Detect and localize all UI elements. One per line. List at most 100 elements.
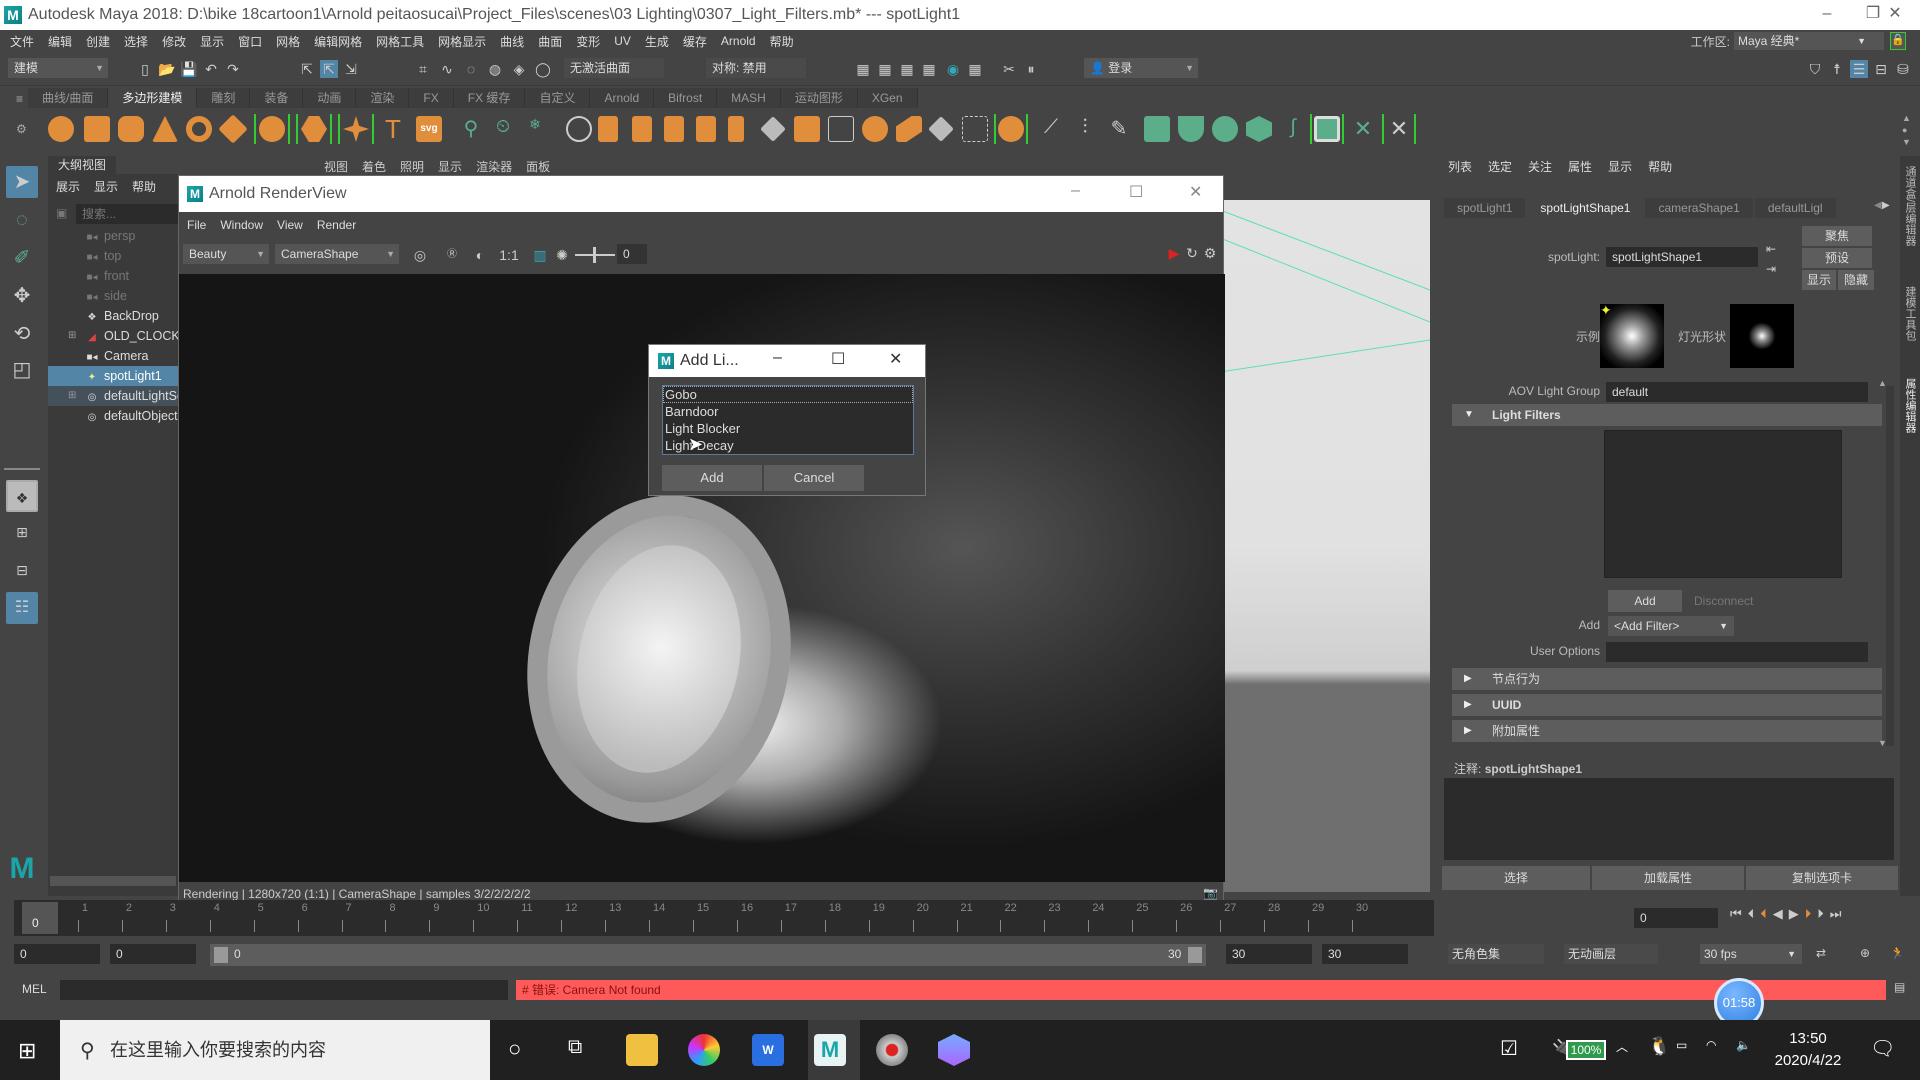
outliner-item[interactable]: ■◂ persp [48,226,178,246]
outliner-menu-show[interactable]: 展示 [56,178,80,195]
select-hierarchy-icon[interactable]: ⇱ [298,60,316,78]
uuid-section-header[interactable]: ▶ UUID [1452,694,1882,716]
menu-curves[interactable]: 曲线 [500,33,524,50]
expand-icon[interactable]: ⊞ [68,386,76,406]
shelf-tab-custom[interactable]: 自定义 [525,88,591,108]
battery-icon[interactable]: ▭ [1676,1038,1687,1052]
browser-icon[interactable] [688,1034,720,1066]
outliner-horizontal-scrollbar[interactable] [50,876,176,886]
input-connection-icon[interactable]: ⇤ [1766,242,1776,256]
insert-edge-loop-icon[interactable] [862,116,888,142]
shelf-scrollbar[interactable]: ▲ ● ▼ [1902,112,1911,148]
expand-icon[interactable]: ⊞ [68,326,76,346]
step-back-frame-icon[interactable]: ⏴ [1748,906,1755,922]
single-perspective-layout-icon[interactable]: ❖ [6,480,38,512]
loop-icon[interactable]: ⇄ [1816,946,1826,960]
shelf-tab-fx[interactable]: FX [409,88,454,108]
settings-gear-icon[interactable]: ⚙ [1201,244,1219,262]
camera-uv-icon[interactable]: ∫ [1280,116,1306,142]
menu-modify[interactable]: 修改 [162,33,186,50]
side-tab-attribute-editor[interactable]: 属性编辑器 [1902,378,1918,433]
camera-dropdown[interactable]: CameraShape ▼ [275,244,399,264]
snapshot-icon[interactable]: 📷 [1203,886,1218,900]
filter-item-gobo[interactable]: Gobo [663,386,913,403]
ae-tab-spotlightshape1[interactable]: spotLightShape1 [1527,198,1644,218]
dialog-add-button[interactable]: Add [662,465,762,491]
outliner-menu-help[interactable]: 帮助 [132,178,156,195]
tab-scroll-right-icon[interactable]: ▶ [1882,200,1890,211]
render-play-icon[interactable]: ▶ [1165,244,1183,262]
lasso-tool-icon[interactable]: ◌ [6,204,38,236]
boolean-icon[interactable] [598,116,618,142]
crop-region-icon[interactable]: ▥ [531,246,549,264]
menu-surfaces[interactable]: 曲面 [538,33,562,50]
add-filter-dropdown[interactable]: <Add Filter> ▼ [1608,616,1734,636]
menu-cache[interactable]: 缓存 [683,33,707,50]
outliner-item[interactable]: ◎ defaultObjectSet [48,406,178,426]
ae-menu-show[interactable]: 显示 [1608,158,1632,175]
hide-button[interactable]: 隐藏 [1838,270,1874,290]
poly-plane-icon[interactable] [218,114,248,144]
shelf-tab-animation[interactable]: 动画 [303,88,357,108]
renderview-minimize-button[interactable]: – [1071,182,1080,200]
hypershade-icon[interactable]: ◉ [944,60,962,78]
screen-recorder-icon[interactable] [876,1034,908,1066]
disconnect-button[interactable]: Disconnect [1694,594,1753,608]
offset-edge-loop-icon[interactable] [896,116,922,142]
save-scene-icon[interactable]: 💾 [180,60,198,78]
arnold-render-icon[interactable]: ✂ [1000,60,1018,78]
bridge-icon[interactable] [760,116,786,142]
spherical-uv-icon[interactable] [1212,116,1238,142]
redo-icon[interactable]: ↷ [224,60,242,78]
poly-cube-icon[interactable] [84,116,110,142]
history-icon[interactable]: ⏲ [490,116,516,142]
render-settings-icon[interactable]: ▦ [920,60,938,78]
range-end-handle[interactable] [1188,947,1202,963]
menu-edit-mesh[interactable]: 编辑网格 [314,33,362,50]
snap-point-icon[interactable]: ◌ [462,60,480,78]
lock-icon[interactable]: 🔒 [1890,32,1906,50]
outliner-item[interactable]: ⊞ ◎ defaultLightSet [48,386,178,406]
menu-mesh-display[interactable]: 网格显示 [438,33,486,50]
sew-uv-icon[interactable]: ✕ [1386,116,1412,142]
shelf-menu-icon[interactable]: ≡ [16,92,23,106]
snap-grid-icon[interactable]: ⌗ [414,60,432,78]
smooth-icon[interactable] [566,116,592,142]
select-tool-icon[interactable]: ➤ [6,166,38,198]
menu-edit[interactable]: 编辑 [48,33,72,50]
snap-vertex-icon[interactable]: ◯ [534,60,552,78]
qq-icon[interactable]: 🐧 [1648,1036,1670,1057]
ae-tab-camerashape1[interactable]: cameraShape1 [1645,198,1753,218]
task-view-icon[interactable]: ⧉ [568,1036,582,1059]
close-button[interactable]: ✕ [1872,0,1918,30]
time-slider[interactable]: 0123456789101112131415161718192021222324… [14,900,1434,936]
shelf-tab-fx-caching[interactable]: FX 缓存 [453,88,526,108]
scene-start-field[interactable]: 0 [14,944,100,964]
ae-vertical-scrollbar[interactable] [1886,386,1894,746]
menu-deform[interactable]: 变形 [576,33,600,50]
exposure-icon[interactable]: ✺ [553,246,571,264]
app-icon[interactable] [938,1034,970,1066]
battery-indicator[interactable]: 100% [1566,1040,1606,1060]
render-current-icon[interactable]: ▦ [854,60,872,78]
menu-mesh-tools[interactable]: 网格工具 [376,33,424,50]
shelf-tab-bifrost[interactable]: Bifrost [654,88,718,108]
poly-disc-icon[interactable] [259,116,285,142]
outliner-item[interactable]: ❖ BackDrop [48,306,178,326]
cut-uv-icon[interactable]: ✕ [1350,116,1376,142]
fill-hole-icon[interactable] [828,116,854,142]
step-forward-key-icon[interactable]: ⏵ [1805,906,1812,922]
human-ik-icon[interactable]: ☨ [1828,60,1846,78]
volume-icon[interactable]: 🔈 [1736,1038,1751,1052]
add-filter-button[interactable]: Add [1608,590,1682,612]
clock-date[interactable]: 2020/4/22 [1770,1052,1846,1069]
tool-settings-icon[interactable]: ⊟ [1872,60,1890,78]
extra-attributes-section-header[interactable]: ▶ 附加属性 [1452,720,1882,742]
notes-textarea[interactable] [1444,778,1894,860]
display-region-icon[interactable]: ◎ [411,246,429,264]
clock-time[interactable]: 13:50 [1770,1030,1846,1047]
load-attributes-button[interactable]: 加载属性 [1592,866,1744,890]
pause-icon[interactable]: ⏸ [1022,60,1040,78]
multi-cut-icon[interactable] [928,116,954,142]
separate-icon[interactable] [664,116,684,142]
